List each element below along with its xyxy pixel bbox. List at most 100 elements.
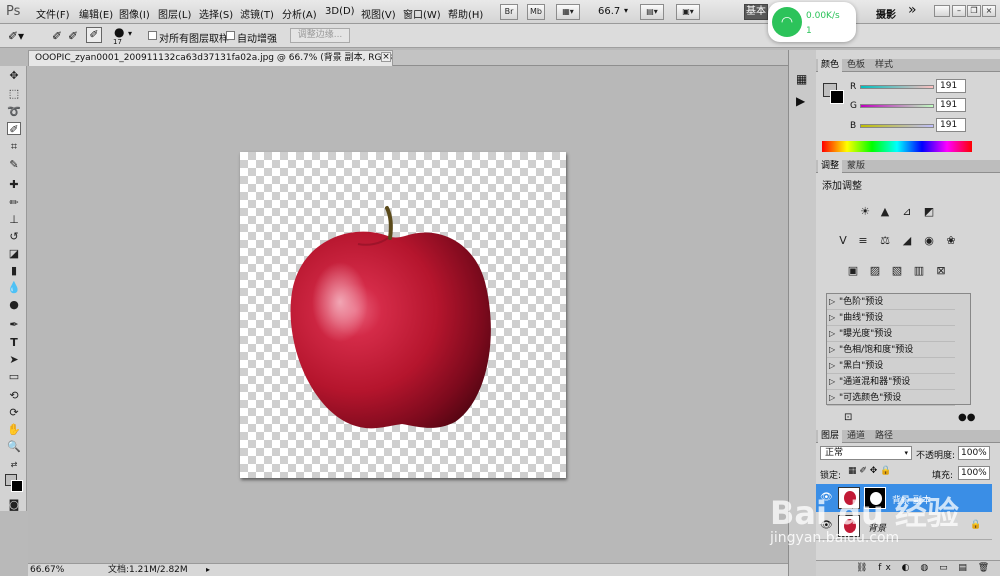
color-balance-icon[interactable]: ⚖ bbox=[878, 234, 892, 248]
sample-all-layers-checkbox[interactable] bbox=[148, 31, 157, 40]
pen-tool-icon[interactable]: ✒ bbox=[7, 318, 21, 331]
fill-input[interactable]: 100% bbox=[958, 466, 990, 480]
tab-adjustments[interactable]: 调整 bbox=[818, 160, 843, 173]
refine-edge-button[interactable]: 调整边缘... bbox=[290, 28, 350, 43]
blue-slider[interactable] bbox=[860, 124, 934, 128]
status-menu-icon[interactable]: ▸ bbox=[206, 564, 210, 576]
tab-layers[interactable]: 图层 bbox=[818, 430, 843, 443]
vibrance-icon[interactable]: V bbox=[836, 234, 850, 248]
menu-filter[interactable]: 滤镜(T) bbox=[240, 6, 274, 21]
threshold-icon[interactable]: ▧ bbox=[890, 264, 904, 278]
menu-analysis[interactable]: 分析(A) bbox=[282, 6, 317, 21]
tab-styles[interactable]: 样式 bbox=[872, 59, 896, 72]
workspace-essentials[interactable]: 基本 bbox=[744, 4, 768, 20]
green-slider[interactable] bbox=[860, 104, 934, 108]
close-window-icon[interactable]: × bbox=[982, 5, 996, 17]
3d-orbit-tool-icon[interactable]: ⟳ bbox=[7, 406, 21, 419]
restore-icon[interactable]: ❐ bbox=[967, 5, 981, 17]
menu-3d[interactable]: 3D(D) bbox=[325, 6, 355, 17]
menu-layer[interactable]: 图层(L) bbox=[158, 6, 191, 21]
preset-exposure[interactable]: ▷ "曝光度"预设 bbox=[827, 326, 955, 342]
tab-color[interactable]: 颜色 bbox=[818, 59, 843, 72]
menu-select[interactable]: 选择(S) bbox=[199, 6, 233, 21]
hue-saturation-icon[interactable]: ≡ bbox=[856, 234, 870, 248]
lock-icons[interactable]: ▦ ✐ ✥ 🔒 bbox=[848, 466, 891, 476]
subtract-from-selection-icon[interactable]: ✐ bbox=[86, 27, 102, 43]
preset-black-white[interactable]: ▷ "黑白"预设 bbox=[827, 358, 955, 374]
curves-icon[interactable]: ⊿ bbox=[900, 205, 914, 219]
zoom-level[interactable]: 66.7 bbox=[598, 6, 620, 17]
new-selection-icon[interactable]: ✐ bbox=[52, 29, 62, 43]
menu-image[interactable]: 图像(I) bbox=[119, 6, 150, 21]
swap-colors-icon[interactable]: ⇄ bbox=[7, 458, 21, 471]
brush-dropdown-icon[interactable]: ▾ bbox=[128, 29, 132, 38]
minimize-icon[interactable]: – bbox=[952, 5, 966, 17]
color-spectrum-bar[interactable] bbox=[822, 141, 972, 152]
close-document-icon[interactable]: × bbox=[381, 52, 391, 62]
tab-paths[interactable]: 路径 bbox=[872, 430, 896, 443]
lasso-tool-icon[interactable]: ➰ bbox=[7, 105, 21, 118]
preset-hue-saturation[interactable]: ▷ "色相/饱和度"预设 bbox=[827, 342, 955, 358]
menu-window[interactable]: 窗口(W) bbox=[403, 6, 441, 21]
document-canvas[interactable] bbox=[240, 152, 566, 478]
zoom-dropdown-icon[interactable]: ▾ bbox=[624, 6, 628, 15]
zoom-tool-icon[interactable]: 🔍 bbox=[7, 440, 21, 453]
gradient-map-icon[interactable]: ▥ bbox=[912, 264, 926, 278]
menu-view[interactable]: 视图(V) bbox=[361, 6, 396, 21]
tab-channels[interactable]: 通道 bbox=[844, 430, 868, 443]
workspace-photography[interactable]: 摄影 bbox=[876, 6, 896, 21]
blur-tool-icon[interactable]: 💧 bbox=[7, 281, 21, 294]
status-zoom[interactable]: 66.67% bbox=[30, 564, 64, 576]
auto-enhance-checkbox[interactable] bbox=[226, 31, 235, 40]
posterize-icon[interactable]: ▨ bbox=[868, 264, 882, 278]
3d-rotate-tool-icon[interactable]: ⟲ bbox=[7, 389, 21, 402]
quick-selection-tool-preset-icon[interactable]: ✐▾ bbox=[8, 29, 24, 43]
gradient-tool-icon[interactable]: ▮ bbox=[7, 264, 21, 277]
tab-swatches[interactable]: 色板 bbox=[844, 59, 868, 72]
invert-icon[interactable]: ▣ bbox=[846, 264, 860, 278]
background-color-swatch[interactable] bbox=[11, 480, 23, 492]
document-tab[interactable]: OOOPIC_zyan0001_200911132ca63d37131fa02a… bbox=[28, 50, 393, 66]
adjustment-menu-icon[interactable]: ●● bbox=[958, 412, 975, 423]
preset-levels[interactable]: ▷ "色阶"预设 bbox=[827, 294, 955, 310]
marquee-tool-icon[interactable]: ⬚ bbox=[7, 87, 21, 100]
tab-masks[interactable]: 蒙版 bbox=[844, 160, 868, 173]
red-slider[interactable] bbox=[860, 85, 934, 89]
history-panel-icon[interactable]: ▦ bbox=[796, 72, 807, 86]
color-background-swatch[interactable] bbox=[830, 90, 844, 104]
preset-curves[interactable]: ▷ "曲线"预设 bbox=[827, 310, 955, 326]
menu-edit[interactable]: 编辑(E) bbox=[79, 6, 113, 21]
eyedropper-tool-icon[interactable]: ✎ bbox=[7, 158, 21, 171]
photo-filter-icon[interactable]: ◉ bbox=[922, 234, 936, 248]
history-brush-tool-icon[interactable]: ↺ bbox=[7, 230, 21, 243]
channel-mixer-icon[interactable]: ❀ bbox=[944, 234, 958, 248]
adjustment-layer-icon[interactable]: ⊡ bbox=[844, 412, 852, 423]
brush-tool-icon[interactable]: ✏ bbox=[7, 196, 21, 209]
arrange-documents-button[interactable]: ▤▾ bbox=[640, 4, 664, 20]
type-tool-icon[interactable]: T bbox=[7, 336, 21, 349]
levels-icon[interactable]: ▲ bbox=[878, 205, 892, 219]
move-tool-icon[interactable]: ✥ bbox=[7, 69, 21, 82]
brightness-contrast-icon[interactable]: ☀ bbox=[858, 205, 872, 219]
menu-help[interactable]: 帮助(H) bbox=[448, 6, 483, 21]
bridge-button[interactable]: Br bbox=[500, 4, 518, 20]
quick-selection-tool-icon[interactable]: ✐ bbox=[7, 122, 21, 136]
shape-tool-icon[interactable]: ▭ bbox=[7, 370, 21, 383]
view-extras-button[interactable]: ▦▾ bbox=[556, 4, 580, 20]
selective-color-icon[interactable]: ⊠ bbox=[934, 264, 948, 278]
layers-footer-icons[interactable]: ⛓ fx ◐ ◍ ▭ ▤ 🗑 bbox=[816, 560, 1000, 576]
preset-selective-color[interactable]: ▷ "可选颜色"预设 bbox=[827, 390, 955, 406]
actions-panel-icon[interactable]: ▶ bbox=[796, 94, 805, 108]
search-box[interactable] bbox=[934, 5, 950, 17]
black-white-icon[interactable]: ◢ bbox=[900, 234, 914, 248]
crop-tool-icon[interactable]: ⌗ bbox=[7, 140, 21, 153]
opacity-input[interactable]: 100% bbox=[958, 446, 990, 460]
workspace-more-icon[interactable]: » bbox=[908, 2, 917, 18]
blend-mode-select[interactable]: 正常 ▾ bbox=[820, 446, 912, 460]
eraser-tool-icon[interactable]: ◪ bbox=[7, 247, 21, 260]
screen-mode-button[interactable]: ▣▾ bbox=[676, 4, 700, 20]
brush-picker-icon[interactable]: ● bbox=[114, 25, 124, 39]
mini-bridge-button[interactable]: Mb bbox=[527, 4, 545, 20]
quick-mask-icon[interactable]: ◙ bbox=[7, 498, 21, 511]
red-value[interactable]: 191 bbox=[936, 79, 966, 93]
